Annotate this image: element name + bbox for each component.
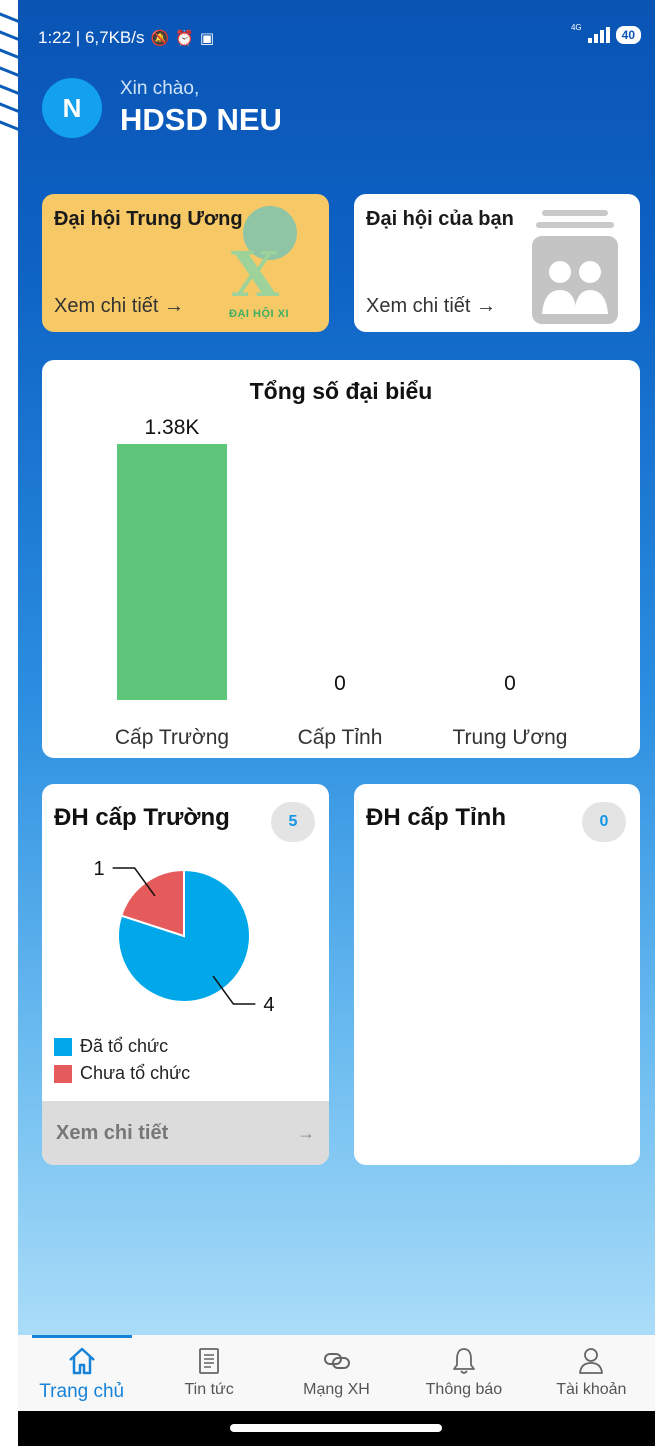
nav-news[interactable]: Tin tức <box>145 1335 272 1411</box>
school-detail-button[interactable]: Xem chi tiết → <box>42 1101 329 1165</box>
network-type: 4G <box>570 22 582 32</box>
home-icon <box>68 1347 95 1375</box>
central-congress-card[interactable]: X ĐẠI HỘI XI Đại hội Trung Ương Xem chi … <box>42 194 329 332</box>
your-congress-card[interactable]: Đại hội của bạn Xem chi tiết → <box>354 194 640 332</box>
nav-account[interactable]: Tài khoản <box>528 1335 655 1411</box>
bell-icon <box>453 1348 475 1374</box>
news-icon <box>199 1348 220 1374</box>
nav-social[interactable]: Mạng XH <box>273 1335 400 1411</box>
signal-icon <box>587 27 610 43</box>
school-congress-card: ĐH cấp Trường 5 4 1 Đã tổ chức Chưa tổ ch… <box>42 784 329 1165</box>
group-icon <box>532 210 618 324</box>
greeting-text: Xin chào, <box>120 78 200 99</box>
arrow-right-icon: → <box>297 1122 315 1143</box>
category-label: Trung Ương <box>453 726 568 749</box>
detail-label: Xem chi tiết <box>56 1121 169 1144</box>
school-count-badge: 5 <box>271 802 315 842</box>
category-label: Cấp Tỉnh <box>298 726 383 749</box>
legend-swatch <box>54 1037 72 1056</box>
app-screen: 1:22 | 6,7KB/s 🔕 ⏰ ▣ 4G 40 N Xin chào, H… <box>18 0 655 1446</box>
greeting-header: N Xin chào, HDSD NEU <box>42 78 282 138</box>
status-bar: 1:22 | 6,7KB/s 🔕 ⏰ ▣ 4G 40 <box>38 22 641 56</box>
nav-label: Tin tức <box>184 1381 234 1398</box>
province-congress-card: ĐH cấp Tỉnh 0 <box>354 784 640 1165</box>
legend-swatch <box>54 1064 72 1083</box>
legend-label: Chưa tổ chức <box>80 1063 191 1083</box>
avatar[interactable]: N <box>42 78 102 138</box>
pie-value-label: 1 <box>94 858 105 880</box>
total-delegates-card: Tổng số đại biểu 1.38K Cấp Trường 0 Cấp Tỉn… <box>42 360 640 758</box>
legend-item-not-organized: Chưa tổ chức <box>54 1063 190 1084</box>
user-name: HDSD NEU <box>120 102 282 137</box>
user-icon <box>579 1348 604 1374</box>
mute-icon: 🔕 <box>150 30 170 47</box>
your-congress-link[interactable]: Xem chi tiết → <box>366 295 496 318</box>
bar-value-label: 0 <box>504 672 516 695</box>
legend-label: Đã tổ chức <box>80 1036 169 1056</box>
category-label: Cấp Trường <box>115 726 229 749</box>
active-tab-indicator <box>31 1335 132 1338</box>
nfc-icon: ▣ <box>199 30 215 47</box>
province-count-badge: 0 <box>582 802 626 842</box>
pie-value-label: 4 <box>263 994 274 1016</box>
pie-legend: Đã tổ chức Chưa tổ chức <box>54 1036 190 1090</box>
central-congress-title: Đại hội Trung Ương <box>54 208 243 230</box>
nav-home[interactable]: Trang chủ <box>18 1335 145 1411</box>
bottom-navigation: Trang chủ Tin tức Mạng XH Thông báo Tài … <box>18 1335 655 1411</box>
central-congress-link[interactable]: Xem chi tiết → <box>54 295 184 318</box>
nav-label: Thông báo <box>425 1381 503 1398</box>
status-time: 1:22 | 6,7KB/s <box>38 28 145 47</box>
nav-label: Trang chủ <box>39 1381 125 1402</box>
school-section-title: ĐH cấp Trường <box>54 804 230 831</box>
nav-label: Mạng XH <box>303 1381 370 1398</box>
home-indicator[interactable] <box>230 1424 442 1432</box>
legend-item-organized: Đã tổ chức <box>54 1036 190 1057</box>
bar-0 <box>117 444 227 700</box>
nav-label: Tài khoản <box>556 1381 627 1398</box>
nav-notifications[interactable]: Thông báo <box>400 1335 527 1411</box>
province-section-title: ĐH cấp Tỉnh <box>366 804 507 831</box>
link-icon <box>323 1353 350 1369</box>
delegates-bar-chart: 1.38K Cấp Trường 0 Cấp Tỉnh 0 Trung Ương <box>115 416 568 749</box>
bar-value-label: 0 <box>334 672 346 695</box>
logo-text: ĐẠI HỘI XI <box>229 308 290 320</box>
your-congress-title: Đại hội của bạn <box>366 208 514 230</box>
gesture-bar <box>18 1411 655 1446</box>
bar-value-label: 1.38K <box>145 416 200 439</box>
battery-icon: 40 <box>615 26 641 44</box>
alarm-icon: ⏰ <box>175 30 194 47</box>
